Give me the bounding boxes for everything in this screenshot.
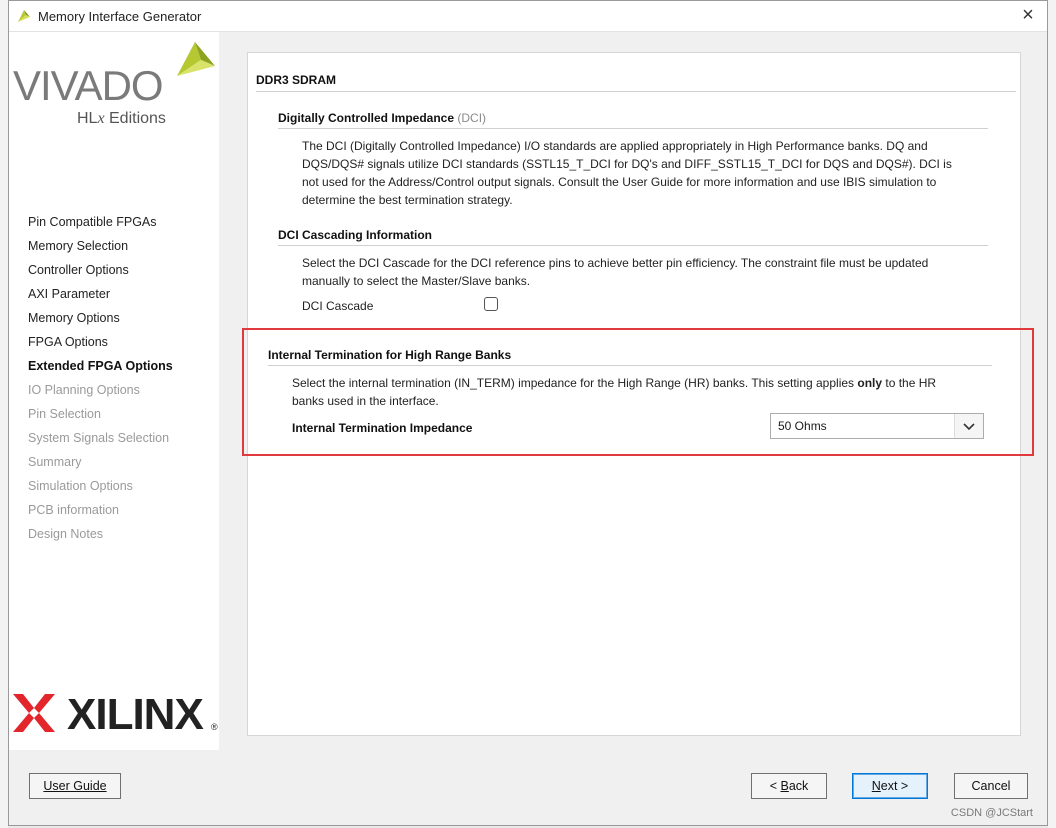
user-guide-button[interactable]: User Guide (29, 773, 121, 799)
wizard-step-memory-selection[interactable]: Memory Selection (28, 238, 173, 262)
dci-cascade-divider (278, 245, 988, 246)
background-app-right-edge (1048, 0, 1056, 828)
wizard-step-pin-compatible-fpgas[interactable]: Pin Compatible FPGAs (28, 214, 173, 238)
vivado-edition-text: HLx Editions (77, 110, 166, 127)
title-bar: Memory Interface Generator × (9, 1, 1047, 32)
wizard-step-system-signals-selection[interactable]: System Signals Selection (28, 430, 173, 454)
wizard-step-simulation-options[interactable]: Simulation Options (28, 478, 173, 502)
xilinx-logo: XILINX ® (13, 688, 218, 739)
wizard-step-controller-options[interactable]: Controller Options (28, 262, 173, 286)
cancel-button[interactable]: Cancel (954, 773, 1028, 799)
registered-mark: ® (211, 722, 218, 732)
wizard-step-pcb-information[interactable]: PCB information (28, 502, 173, 526)
dci-cascade-label: DCI Cascade (302, 299, 374, 313)
wizard-step-design-notes[interactable]: Design Notes (28, 526, 173, 550)
dci-cascade-description: Select the DCI Cascade for the DCI refer… (302, 256, 929, 288)
xilinx-logo-text: XILINX (67, 690, 204, 739)
highlight-annotation-box (242, 328, 1034, 456)
dci-divider (278, 128, 988, 129)
wizard-step-list: Pin Compatible FPGAs Memory Selection Cont… (28, 214, 173, 550)
wizard-step-memory-options[interactable]: Memory Options (28, 310, 173, 334)
vivado-leaf-logo-icon (177, 42, 215, 76)
window-title: Memory Interface Generator (38, 9, 202, 24)
wizard-step-axi-parameter[interactable]: AXI Parameter (28, 286, 173, 310)
wizard-step-pin-selection[interactable]: Pin Selection (28, 406, 173, 430)
dci-cascade-checkbox[interactable] (484, 297, 498, 311)
close-icon[interactable]: × (1017, 5, 1039, 27)
wizard-step-extended-fpga-options[interactable]: Extended FPGA Options (28, 358, 173, 382)
dci-cascade-section-title: DCI Cascading Information (278, 228, 433, 242)
wizard-step-io-planning-options[interactable]: IO Planning Options (28, 382, 173, 406)
wizard-sidebar: VIVADO HLx Editions Pin Compatible FPGAs… (9, 32, 219, 750)
wizard-step-fpga-options[interactable]: FPGA Options (28, 334, 173, 358)
header-divider (256, 91, 1016, 92)
next-button[interactable]: Next > (852, 773, 928, 799)
watermark: CSDN @JCStart (950, 807, 1033, 819)
dci-section-title: Digitally Controlled Impedance (DCI) (278, 111, 487, 125)
vivado-leaf-icon (18, 10, 30, 22)
dci-description: The DCI (Digitally Controlled Impedance)… (302, 139, 952, 207)
xilinx-x-mark-icon (13, 694, 55, 732)
vivado-logo-text: VIVADO (13, 62, 164, 109)
background-app-left-edge (0, 0, 8, 828)
page-title: DDR3 SDRAM (256, 73, 337, 87)
wizard-step-summary[interactable]: Summary (28, 454, 173, 478)
back-button[interactable]: < Back (751, 773, 827, 799)
vivado-logo: VIVADO HLx Editions (13, 40, 218, 127)
